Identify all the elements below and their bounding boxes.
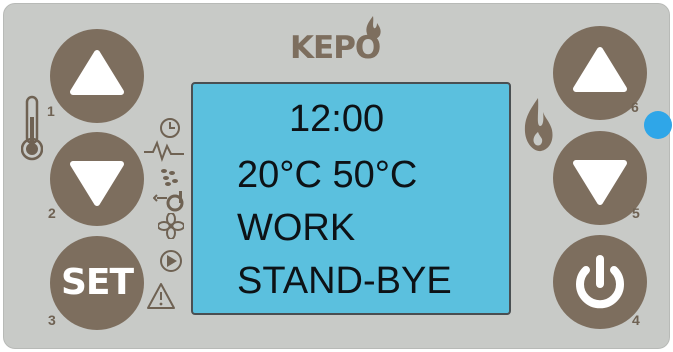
lcd-time: 12:00 <box>289 98 385 140</box>
lcd-temperatures: 20°C 50°C <box>237 154 418 196</box>
button-3-number: 3 <box>48 312 56 328</box>
indicator-led <box>644 111 672 139</box>
lcd-status: WORK <box>237 207 356 249</box>
triangle-down-icon <box>70 161 124 206</box>
triangle-up-icon <box>70 50 124 95</box>
down-button-left[interactable] <box>50 132 144 226</box>
button-4-number: 4 <box>632 312 640 328</box>
button-1-number: 1 <box>47 103 55 119</box>
pellets-icon <box>161 169 178 186</box>
button-2-number: 2 <box>48 205 56 221</box>
logo-flame-icon <box>366 16 381 40</box>
warning-icon <box>147 283 175 309</box>
button-5-number: 5 <box>632 205 640 221</box>
pump-icon <box>160 250 182 272</box>
lcd-display: 12:00 20°C 50°C WORK STAND-BYE <box>191 82 511 315</box>
thermometer-icon <box>21 95 43 161</box>
clock-icon <box>160 118 180 138</box>
feeder-icon <box>153 191 184 212</box>
fan-icon <box>158 213 184 239</box>
heartbeat-icon <box>144 140 184 162</box>
set-button-label: SET <box>60 262 134 303</box>
button-6-number: 6 <box>631 99 639 115</box>
up-button-left[interactable] <box>50 29 144 123</box>
control-panel: KEPO 1 2 SET 3 12:00 20°C 50°C WORK STAN… <box>0 0 673 352</box>
flame-icon <box>524 98 553 152</box>
set-button[interactable]: SET <box>50 236 144 330</box>
lcd-mode: STAND-BYE <box>237 260 452 302</box>
